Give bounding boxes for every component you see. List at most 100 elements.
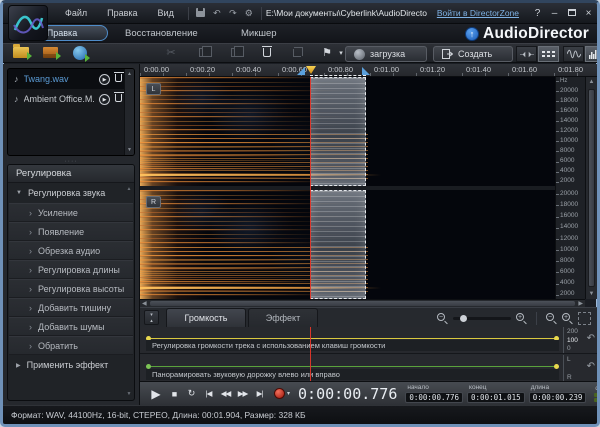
tree-item-insert-noise[interactable]: ›Добавить шумы — [9, 317, 133, 336]
tab-volume[interactable]: Громкость — [166, 308, 246, 327]
loop-button[interactable]: ↻ — [183, 388, 200, 399]
selection-region[interactable] — [310, 77, 366, 186]
tree-item-adjust-pitch[interactable]: ›Регулировка высоты — [9, 279, 133, 298]
open-folder-icon[interactable] — [13, 47, 29, 58]
selection-end-handle[interactable] — [362, 67, 370, 75]
freq-tick: 2000 — [560, 291, 585, 298]
horizontal-scrollbar[interactable]: ◀ ▶ — [140, 299, 585, 307]
menu-file[interactable]: Файл — [55, 8, 97, 18]
tab-effect[interactable]: Эффект — [248, 308, 318, 327]
crop-icon[interactable] — [287, 48, 307, 60]
tab-restore[interactable]: Восстановление — [125, 24, 198, 43]
list-item-twang[interactable]: ♪ Twang.wav ▶ — [8, 69, 134, 89]
vertical-scroll-thumb[interactable] — [588, 89, 595, 287]
length-value[interactable]: 0:00:00.239 — [529, 392, 587, 403]
delete-icon[interactable] — [257, 48, 277, 60]
copy-icon[interactable] — [193, 48, 213, 60]
delete-file-button[interactable] — [115, 73, 122, 85]
waveform-view-button[interactable] — [563, 46, 584, 62]
file-name: Twang.wav — [24, 74, 95, 84]
length-label: длина — [529, 384, 587, 391]
spectrogram-channel-left[interactable]: L — [140, 77, 555, 186]
vertical-zoom-in-icon[interactable]: + — [562, 313, 573, 324]
play-preview-button[interactable]: ▶ — [99, 74, 110, 85]
close-button[interactable]: × — [580, 8, 597, 19]
go-to-start-button[interactable]: |◀ — [200, 389, 217, 398]
play-button[interactable]: ▶ — [146, 387, 166, 401]
record-caret-icon[interactable]: ▾ — [287, 390, 290, 397]
maximize-button[interactable] — [563, 8, 580, 19]
tree-open-icon: ▼ — [16, 190, 22, 196]
tree-item-gain[interactable]: ›Усиление — [9, 203, 133, 222]
tree-item-reverse[interactable]: ›Обратить — [9, 336, 133, 355]
vertical-scrollbar[interactable]: ▲ ▼ — [585, 77, 597, 299]
save-icon[interactable] — [193, 8, 209, 19]
vertical-zoom-out-icon[interactable]: − — [546, 313, 557, 324]
help-button[interactable]: ? — [529, 8, 546, 19]
scroll-down-icon[interactable]: ▼ — [586, 291, 597, 297]
scroll-down-icon[interactable]: ▼ — [127, 391, 132, 397]
create-button[interactable]: Создать — [433, 46, 513, 62]
scroll-down-icon[interactable]: ▼ — [127, 147, 132, 153]
selection-region[interactable] — [310, 190, 366, 299]
selection-start-handle[interactable] — [297, 67, 305, 75]
pan-envelope-row[interactable]: Панорамировать звуковую дорожку влево ил… — [140, 355, 597, 382]
zoom-slider[interactable] — [453, 317, 511, 320]
scroll-up-icon[interactable]: ▲ — [127, 71, 132, 77]
pan-envelope-line[interactable] — [146, 366, 559, 367]
keyframe-view-button[interactable] — [538, 46, 559, 62]
spectrogram-channel-right[interactable]: R — [140, 190, 555, 299]
library-scrollbar[interactable]: ▲ ▼ — [124, 69, 134, 155]
tree-group-apply-effect[interactable]: ▶ Применить эффект — [8, 355, 134, 375]
play-preview-button[interactable]: ▶ — [99, 94, 110, 105]
scroll-up-icon[interactable]: ▲ — [127, 186, 132, 192]
playhead-line[interactable] — [310, 77, 311, 299]
list-item-ambient[interactable]: ♪ Ambient Office.M... ▶ — [8, 89, 134, 109]
rewind-button[interactable]: ◀◀ — [217, 389, 234, 398]
tree-item-trim-audio[interactable]: ›Обрезка аудио — [9, 241, 133, 260]
spectrogram-view[interactable]: L R — [140, 77, 555, 299]
panel-collapse-button[interactable]: ▾ ▴ — [144, 310, 159, 325]
brand-name: AudioDirector — [483, 25, 589, 43]
zoom-out-icon[interactable]: − — [437, 313, 448, 324]
paste-icon[interactable] — [225, 48, 245, 60]
adjust-scrollbar[interactable]: ▲ ▼ — [125, 185, 133, 398]
tab-mixer[interactable]: Микшер — [241, 24, 277, 43]
volume-envelope-row[interactable]: Регулировка громкости трека с использова… — [140, 327, 597, 354]
redo-icon[interactable]: ↷ — [225, 8, 241, 19]
timeline-ruler[interactable]: 0:00.00 0:00.20 0:00.40 0:00.60 0:00.80 … — [140, 64, 597, 77]
reset-pan-envelope-icon[interactable]: ↶ — [587, 361, 595, 372]
fit-view-icon[interactable] — [578, 312, 591, 325]
reset-volume-envelope-icon[interactable]: ↶ — [587, 333, 595, 344]
download-web-icon[interactable] — [73, 46, 87, 60]
playhead-marker[interactable] — [306, 66, 316, 74]
zoom-slider-knob[interactable] — [460, 315, 467, 322]
delete-file-button[interactable] — [115, 93, 122, 105]
undo-icon[interactable]: ↶ — [209, 8, 225, 19]
spectral-view-button[interactable] — [585, 46, 600, 62]
volume-envelope-line[interactable] — [146, 338, 559, 339]
go-to-end-button[interactable]: ▶| — [251, 389, 268, 398]
record-button[interactable] — [274, 388, 285, 399]
tree-item-insert-silence[interactable]: ›Добавить тишину — [9, 298, 133, 317]
horizontal-scroll-thumb[interactable] — [150, 301, 575, 306]
minimize-button[interactable]: – — [546, 8, 563, 19]
stop-button[interactable]: ■ — [166, 389, 183, 399]
cut-icon[interactable]: ✂ — [161, 46, 181, 59]
settings-gear-icon[interactable]: ⚙ — [241, 8, 257, 19]
tree-group-adjust-sound[interactable]: ▼ Регулировка звука — [8, 183, 134, 203]
zoom-in-icon[interactable]: + — [516, 313, 527, 324]
fast-forward-button[interactable]: ▶▶ — [234, 389, 251, 398]
start-value[interactable]: 0:00:00.776 — [405, 392, 463, 403]
tree-item-fade[interactable]: ›Появление — [9, 222, 133, 241]
menu-view[interactable]: Вид — [148, 8, 184, 18]
directorzone-signin-link[interactable]: Войти в DirectorZone — [437, 8, 519, 18]
trim-view-button[interactable] — [516, 46, 537, 62]
freq-tick: 8000 — [560, 258, 585, 265]
menu-edit[interactable]: Правка — [97, 8, 147, 18]
scroll-up-icon[interactable]: ▲ — [586, 79, 597, 85]
import-media-icon[interactable] — [43, 47, 58, 58]
tree-item-adjust-length[interactable]: ›Регулировка длины — [9, 260, 133, 279]
end-value[interactable]: 0:00:01.015 — [467, 392, 525, 403]
upload-button[interactable]: загрузка — [345, 46, 427, 62]
